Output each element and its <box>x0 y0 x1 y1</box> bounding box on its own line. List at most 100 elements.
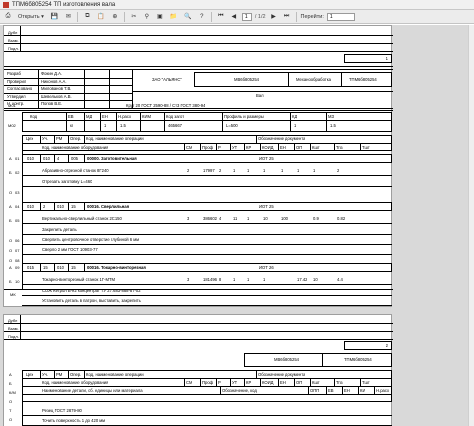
p2-header-a-cell: Опер. <box>70 372 82 377</box>
p2-header-b-cell: Код, наименование оборудования <box>42 380 109 385</box>
next-page-icon[interactable]: ▶ <box>269 12 279 22</box>
toolbar-separator <box>210 11 212 22</box>
equipment-name: Абразивно-отрезной станок 8Г240 <box>42 168 109 173</box>
row-letter: А <box>9 204 12 209</box>
divider <box>68 202 69 211</box>
copy-icon[interactable]: ⧉ <box>82 12 92 22</box>
zoom-in-icon[interactable]: ⊕ <box>110 12 120 22</box>
open-button[interactable]: Открыть ▾ <box>16 12 46 22</box>
divider <box>66 112 67 132</box>
p2-header-b-cell: УТ <box>232 380 238 385</box>
document-page-1: Дубл Взам. Подл. 1 Разраб Фокин Д.А. Прове… <box>3 25 393 307</box>
signature-name: Шевельков А.В. <box>41 93 72 99</box>
operation-code-cell: 4 <box>57 156 60 161</box>
toolbar-separator <box>77 11 79 22</box>
m02-header-cell: Код загот <box>166 114 185 119</box>
vertical-scrollbar[interactable] <box>468 25 474 426</box>
divider <box>22 135 23 289</box>
operation-code-cell: 010 <box>57 204 64 209</box>
row-number: 07 <box>15 248 20 253</box>
help-icon[interactable]: ? <box>197 12 207 22</box>
signature-role: Проверил <box>7 78 27 84</box>
row-letter: К/М <box>9 390 16 395</box>
save-icon[interactable]: 💾 <box>49 12 60 22</box>
m02-header-cell: Код <box>30 114 38 119</box>
divider <box>22 244 392 245</box>
goto-input[interactable]: 1 <box>326 12 355 21</box>
equipment-param-cell: 2 <box>337 168 340 173</box>
op-header-b-cell: Тпз <box>336 145 343 150</box>
page-number-input[interactable]: 1 <box>241 12 252 21</box>
op-header-b-cell: Р <box>218 145 221 150</box>
op-header-b-cell: КР <box>246 145 252 150</box>
divider <box>100 112 101 132</box>
signature-role: Утвердил <box>7 93 26 99</box>
operation-code-cell: 010 <box>27 204 34 209</box>
divider <box>4 331 393 332</box>
divider <box>4 110 393 111</box>
row-number: 08 <box>15 258 20 263</box>
print-icon[interactable]: ⎙ <box>3 12 13 22</box>
equipment-param-cell: 1 <box>263 168 266 173</box>
divider <box>68 135 69 143</box>
cut-icon[interactable]: ✂ <box>129 12 139 22</box>
m02-box <box>22 112 392 132</box>
find-icon[interactable]: ⚲ <box>142 12 152 22</box>
document-viewport[interactable]: Дубл Взам. Подл. 1 Разраб Фокин Д.А. Прове… <box>0 25 474 426</box>
last-page-icon[interactable]: ⏭ <box>282 12 292 22</box>
divider <box>4 339 393 340</box>
divider <box>22 223 392 224</box>
divider <box>256 135 257 143</box>
op-header-a-cell: Опер. <box>70 136 82 141</box>
email-icon[interactable]: ✉ <box>63 12 73 22</box>
signature-name: Милованов Т.В. <box>41 86 72 91</box>
equipment-param-cell: 1 <box>233 277 236 282</box>
prev-page-icon[interactable]: ◀ <box>229 12 239 22</box>
divider <box>326 112 327 132</box>
divider <box>334 378 335 386</box>
row-letter: А <box>9 265 12 270</box>
image-icon[interactable]: ▣ <box>155 12 165 22</box>
org-name: ЗАО "АЛЬЯНС" <box>152 77 182 82</box>
divider <box>244 378 245 386</box>
m02-value-cell: L=500 <box>226 123 238 128</box>
equipment-name: Вертикально-сверлильный станок 2С150 <box>42 216 122 221</box>
search-icon[interactable]: 🔍 <box>182 12 193 22</box>
m01-label: М01 <box>8 103 16 108</box>
operation-code-cell: 005 <box>71 156 78 161</box>
equipment-param-cell: 1 <box>297 168 300 173</box>
p2-header-a-cell: Обозначение документа <box>258 372 306 377</box>
p2-header-b-cell: СМ <box>186 380 193 385</box>
operation-name: 00016. Сверлильная <box>87 204 130 209</box>
row-letter: О <box>9 399 13 404</box>
signature-name: Никонов А.А. <box>41 78 67 84</box>
equipment-param-cell: 1 <box>313 168 316 173</box>
equipment-param-cell: 4.4 <box>337 277 343 282</box>
equipment-param-cell: 2 <box>187 168 190 173</box>
divider <box>374 386 375 394</box>
first-page-icon[interactable]: ⏮ <box>216 12 226 22</box>
divider <box>288 72 289 87</box>
divider <box>244 143 245 151</box>
divider <box>40 263 41 272</box>
divider <box>22 295 392 296</box>
divider <box>360 378 361 386</box>
divider <box>341 72 342 87</box>
divider <box>54 135 55 143</box>
divider <box>310 378 311 386</box>
divider <box>68 370 69 378</box>
operation-code-cell: 15 <box>71 204 76 209</box>
divider <box>184 143 185 151</box>
equipment-param-cell: 3 <box>187 277 190 282</box>
divider <box>116 112 117 132</box>
folder-icon[interactable]: 📁 <box>168 12 179 22</box>
paste-icon[interactable]: 📋 <box>95 12 106 22</box>
open-label: Открыть <box>18 13 40 20</box>
equipment-param-cell: 11 <box>233 216 238 221</box>
m02-header-cell: МЗ <box>328 114 335 119</box>
row-number: 10 <box>15 279 20 284</box>
p2-header-b-cell: КОИД <box>262 380 274 385</box>
divider <box>84 370 85 378</box>
divider <box>84 154 85 163</box>
op-header-b-cell: ЕН <box>280 145 286 150</box>
